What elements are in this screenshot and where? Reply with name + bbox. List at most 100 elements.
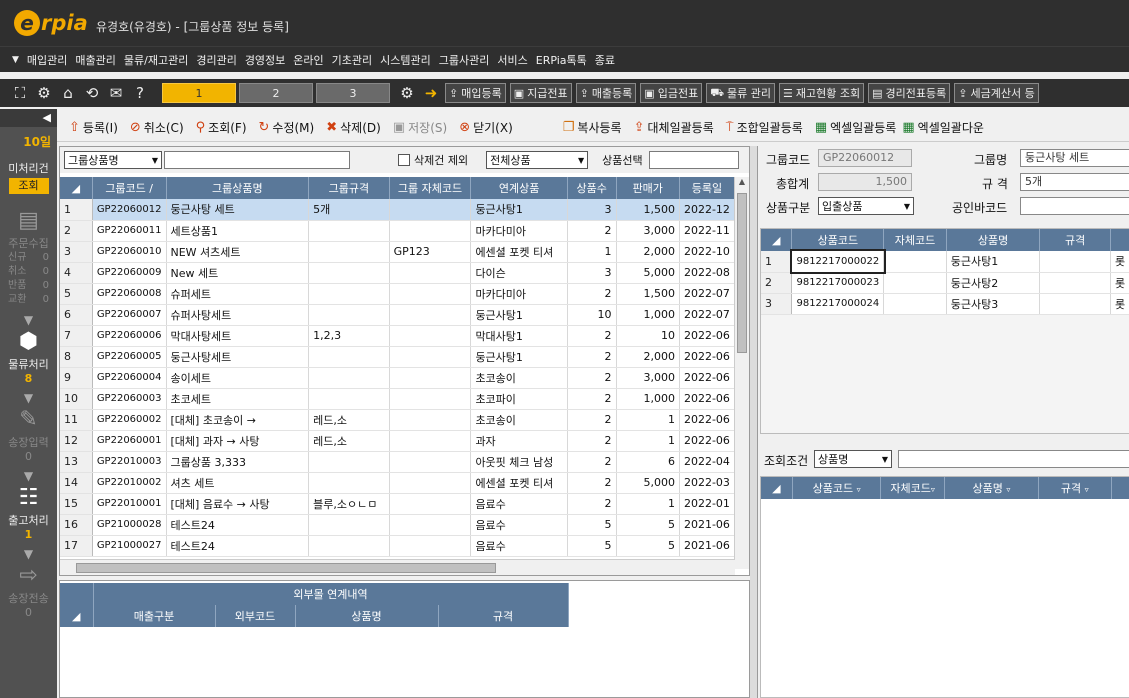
purchase-register-button[interactable]: ⇪ 매입등록: [445, 83, 506, 103]
col-group-spec[interactable]: 그룹규격: [308, 177, 390, 199]
table-row[interactable]: 2 9812217000023 둥근사탕2 롯: [761, 272, 1129, 294]
table-cell[interactable]: 5: [616, 535, 680, 557]
table-cell[interactable]: 초코송이: [470, 409, 568, 431]
table-cell[interactable]: [389, 535, 472, 557]
table-row[interactable]: 5 GP22060008 슈퍼세트 마카다미아 2 1,500 2022-07: [60, 283, 735, 305]
table-cell[interactable]: GP21000027: [92, 535, 167, 557]
table-cell[interactable]: [389, 367, 472, 389]
table-cell[interactable]: 2021-06: [679, 535, 735, 557]
table-cell[interactable]: GP21000028: [92, 514, 167, 536]
table-cell[interactable]: 6: [616, 451, 680, 473]
table-cell[interactable]: 1: [616, 430, 680, 452]
deposit-voucher-button[interactable]: ▣ 입금전표: [640, 83, 703, 103]
menu-system[interactable]: 시스템관리: [380, 52, 431, 68]
table-cell[interactable]: GP22060007: [92, 304, 167, 326]
condition-select[interactable]: 상품명 ▼: [814, 450, 892, 468]
table-cell[interactable]: 9812217000022: [789, 249, 886, 274]
help-icon[interactable]: ?: [130, 83, 150, 103]
table-cell[interactable]: 2: [567, 346, 617, 368]
table-cell[interactable]: 2022-04: [679, 451, 735, 473]
table-cell[interactable]: 음료수: [470, 514, 568, 536]
table-cell[interactable]: [389, 451, 472, 473]
invoice-input-label[interactable]: 송장입력: [0, 434, 57, 450]
table-cell[interactable]: 2022-11: [679, 220, 735, 242]
table-cell[interactable]: 1: [616, 409, 680, 431]
table-cell[interactable]: 2,000: [616, 241, 680, 263]
table-cell[interactable]: [389, 304, 472, 326]
table-cell[interactable]: 2022-06: [679, 430, 735, 452]
settings-icon[interactable]: ⚙: [397, 83, 417, 103]
table-cell[interactable]: [308, 367, 390, 389]
table-cell[interactable]: [389, 346, 472, 368]
table-cell[interactable]: 마카다미아: [470, 220, 568, 242]
table-row[interactable]: 6 GP22060007 슈퍼사탕세트 둥근사탕1 10 1,000 2022-07: [60, 304, 735, 326]
table-cell[interactable]: 슈퍼사탕세트: [166, 304, 310, 326]
total-field[interactable]: 1,500: [818, 173, 912, 191]
table-cell[interactable]: 테스트24: [166, 535, 310, 557]
table-cell[interactable]: [389, 283, 472, 305]
table-cell[interactable]: [308, 262, 390, 284]
save-button[interactable]: ▣ 저장(S): [393, 119, 447, 136]
excel-upload-button[interactable]: ▦ 엑셀일괄등록: [815, 119, 897, 136]
table-cell[interactable]: 1,000: [616, 304, 680, 326]
horizontal-scrollbar[interactable]: [60, 559, 735, 575]
col-group-code[interactable]: 그룹코드 /: [92, 177, 167, 199]
table-cell[interactable]: GP123: [389, 241, 472, 263]
table-cell[interactable]: [883, 251, 947, 273]
search-button[interactable]: ⚲ 조회(F): [196, 119, 247, 136]
table-cell[interactable]: [1039, 251, 1112, 273]
close-button[interactable]: ⊗ 닫기(X): [459, 119, 513, 136]
table-cell[interactable]: 2022-06: [679, 367, 735, 389]
table-cell[interactable]: [308, 388, 390, 410]
col-external-code[interactable]: 외부코드: [215, 605, 296, 627]
col-product-name[interactable]: 상품명 ▿: [944, 477, 1040, 499]
product-type-select[interactable]: 입출상품 ▼: [818, 197, 914, 215]
table-cell[interactable]: 셔츠 세트: [166, 472, 310, 494]
menu-purchase[interactable]: 매입관리: [27, 52, 67, 68]
table-cell[interactable]: GP22060003: [92, 388, 167, 410]
gear-icon[interactable]: ⚙: [34, 83, 54, 103]
table-cell[interactable]: 5: [567, 514, 617, 536]
table-cell[interactable]: 둥근사탕1: [946, 251, 1041, 273]
table-cell[interactable]: [883, 272, 947, 294]
col-spec[interactable]: 규격 ▿: [1038, 477, 1112, 499]
table-cell[interactable]: 5: [567, 535, 617, 557]
table-cell[interactable]: 과자: [470, 430, 568, 452]
register-button[interactable]: ⇧ 등록(I): [69, 119, 118, 136]
network-icon[interactable]: ⛶: [10, 83, 30, 103]
table-cell[interactable]: [308, 472, 390, 494]
table-row[interactable]: 4 GP22060009 New 세트 다이슨 3 5,000 2022-08: [60, 262, 735, 284]
table-cell[interactable]: 둥근사탕2: [946, 272, 1041, 294]
bulk-substitute-button[interactable]: ⇪ 대체일괄등록: [634, 119, 714, 136]
table-cell[interactable]: 둥근사탕 세트: [166, 199, 310, 221]
collapse-arrow-icon[interactable]: ◀: [0, 109, 57, 127]
table-cell[interactable]: 2: [567, 430, 617, 452]
table-cell[interactable]: 레드,소: [308, 430, 390, 452]
table-cell[interactable]: 2022-06: [679, 325, 735, 347]
unprocessed-query-button[interactable]: 조회: [8, 178, 49, 194]
table-cell[interactable]: 2: [567, 325, 617, 347]
table-cell[interactable]: New 세트: [166, 262, 310, 284]
accounting-voucher-button[interactable]: ▤ 경리전표등록: [868, 83, 951, 103]
table-cell[interactable]: 9812217000023: [791, 272, 885, 294]
table-cell[interactable]: 둥근사탕3: [946, 293, 1041, 315]
table-cell[interactable]: [308, 241, 390, 263]
col-linked-product[interactable]: 연계상품: [470, 177, 568, 199]
col-sales-type[interactable]: 매출구분: [93, 605, 216, 627]
table-cell[interactable]: 2: [567, 451, 617, 473]
table-row[interactable]: 1 GP22060012 둥근사탕 세트 5개 둥근사탕1 3 1,500 2022-12: [60, 199, 735, 221]
table-cell[interactable]: 음료수: [470, 493, 568, 515]
table-cell[interactable]: 2022-12: [679, 199, 735, 221]
excel-download-button[interactable]: ▦ 엑셀일괄다운: [902, 119, 984, 136]
table-cell[interactable]: [308, 220, 390, 242]
table-row[interactable]: 17 GP21000027 테스트24 음료수 5 5 2021-06: [60, 535, 735, 557]
table-cell[interactable]: 2022-07: [679, 304, 735, 326]
refresh-icon[interactable]: ⟲: [82, 83, 102, 103]
table-row[interactable]: 16 GP21000028 테스트24 음료수 5 5 2021-06: [60, 514, 735, 536]
col-product-name[interactable]: 상품명: [295, 605, 439, 627]
table-cell[interactable]: 5,000: [616, 262, 680, 284]
table-cell[interactable]: GP22060002: [92, 409, 167, 431]
table-cell[interactable]: GP22060008: [92, 283, 167, 305]
table-cell[interactable]: 2022-03: [679, 472, 735, 494]
table-cell[interactable]: 2022-06: [679, 388, 735, 410]
